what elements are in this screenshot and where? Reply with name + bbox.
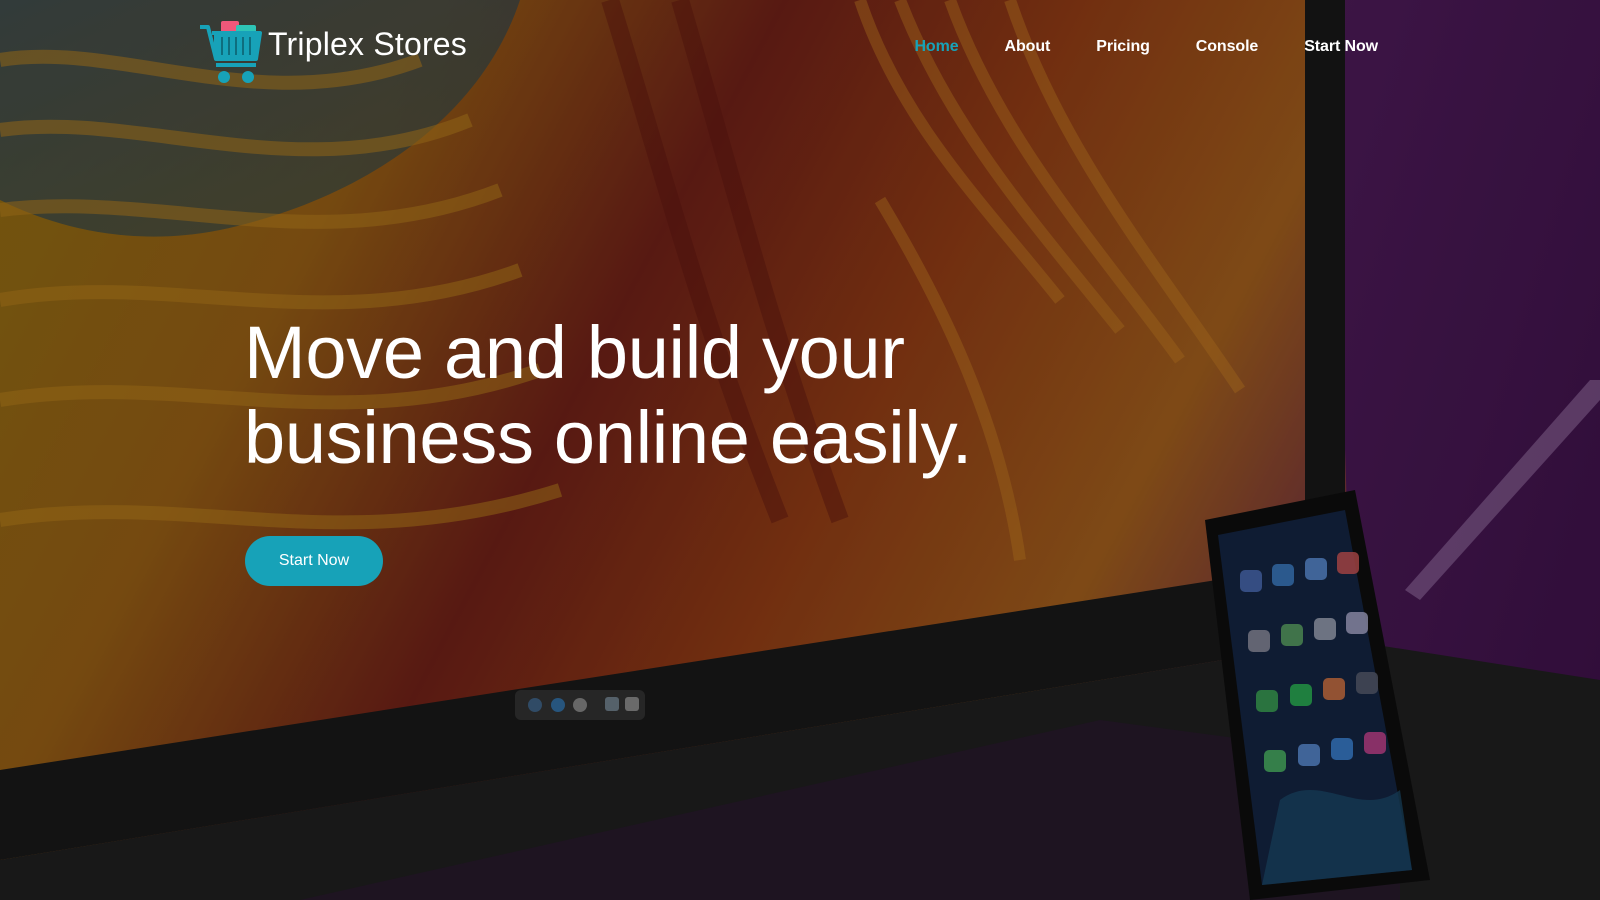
- nav-item-console[interactable]: Console: [1196, 38, 1259, 56]
- nav-item-home[interactable]: Home: [914, 38, 958, 56]
- navbar: Triplex Stores Home About Pricing Consol…: [0, 0, 1600, 100]
- nav-item-about[interactable]: About: [1005, 38, 1051, 56]
- hero-section: Triplex Stores Home About Pricing Consol…: [0, 0, 1600, 900]
- start-now-button[interactable]: Start Now: [245, 536, 383, 586]
- brand-name: Triplex Stores: [268, 25, 468, 62]
- nav-item-pricing[interactable]: Pricing: [1096, 38, 1150, 56]
- main-nav: Home About Pricing Console Start Now: [868, 38, 1378, 56]
- shopping-cart-icon: [200, 21, 262, 83]
- brand-link[interactable]: Triplex Stores: [198, 18, 467, 86]
- nav-item-start-now[interactable]: Start Now: [1304, 38, 1378, 56]
- hero-headline-line-1: Move and build your: [244, 311, 905, 394]
- hero-headline-line-2: business online easily.: [244, 396, 973, 479]
- hero-headline: Move and build your business online easi…: [244, 310, 1144, 480]
